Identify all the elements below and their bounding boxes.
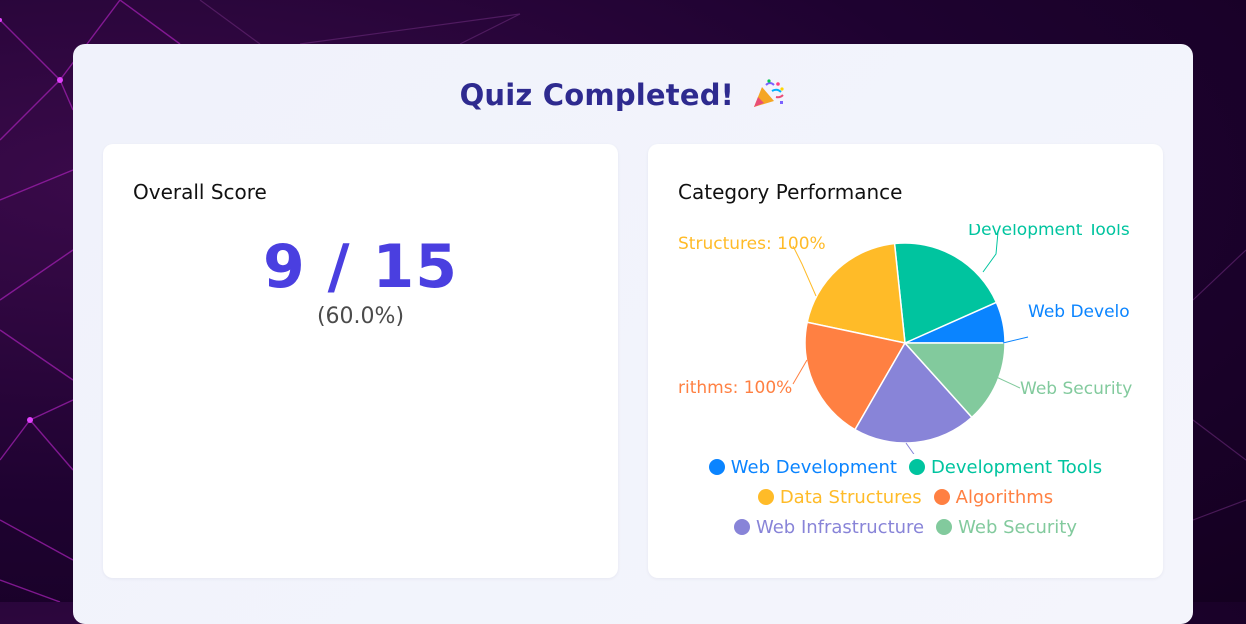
legend-item-algorithms[interactable]: Algorithms xyxy=(933,487,1054,508)
legend-item-development-tools[interactable]: Development Tools xyxy=(908,457,1103,478)
legend-dot xyxy=(708,459,725,475)
label-line-algorithms xyxy=(792,359,808,385)
legend-label: Algorithms xyxy=(955,487,1054,508)
category-pie-chart: Web Develo Development Tools Structures: 1… xyxy=(678,224,1133,454)
slice-label-web-development: Web Develo xyxy=(1028,302,1130,322)
legend-dot xyxy=(757,489,774,505)
legend-item-web-security[interactable]: Web Security xyxy=(936,517,1077,538)
page-title-text: Quiz Completed! xyxy=(459,78,735,112)
slice-label-development-tools: Development Tools xyxy=(968,224,1130,240)
legend-dot xyxy=(936,519,953,535)
legend-dot xyxy=(733,519,750,535)
label-line-web-infrastructure xyxy=(905,442,915,454)
overall-score-title: Overall Score xyxy=(133,180,267,204)
legend-item-web-infrastructure[interactable]: Web Infrastructure xyxy=(733,517,925,538)
legend-label: Development Tools xyxy=(930,457,1103,478)
legend-row: Data Structures Algorithms xyxy=(648,487,1163,508)
slice-label-web-infrastructure: Web Infrastructure: 100% xyxy=(918,452,1133,454)
label-line-web-development xyxy=(1002,336,1029,344)
legend-label: Web Development xyxy=(730,457,897,478)
category-performance-title: Category Performance xyxy=(678,180,903,204)
legend-item-data-structures[interactable]: Data Structures xyxy=(757,487,922,508)
overall-score-panel: Overall Score 9 / 15 (60.0%) xyxy=(103,144,618,578)
legend-label: Web Infrastructure xyxy=(755,517,925,538)
legend-item-web-development[interactable]: Web Development xyxy=(708,457,897,478)
legend-row: Web Infrastructure Web Security xyxy=(648,517,1163,538)
party-popper-icon xyxy=(754,79,785,107)
category-performance-panel: Category Performance Web Develo Developme… xyxy=(648,144,1163,578)
legend-label: Data Structures xyxy=(779,487,922,508)
slice-label-data-structures: Structures: 100% xyxy=(678,234,826,254)
legend-row: Web Development Development Tools xyxy=(648,457,1163,478)
legend-dot xyxy=(908,459,925,475)
legend-dot xyxy=(933,489,950,505)
slice-label-algorithms: rithms: 100% xyxy=(678,378,792,398)
score-percent: (60.0%) xyxy=(316,304,405,329)
slice-label-web-security: Web Security xyxy=(1020,379,1132,399)
legend-label: Web Security xyxy=(958,517,1078,538)
page-title: Quiz Completed! xyxy=(0,78,1246,112)
score-value: 9 / 15 xyxy=(263,232,458,302)
